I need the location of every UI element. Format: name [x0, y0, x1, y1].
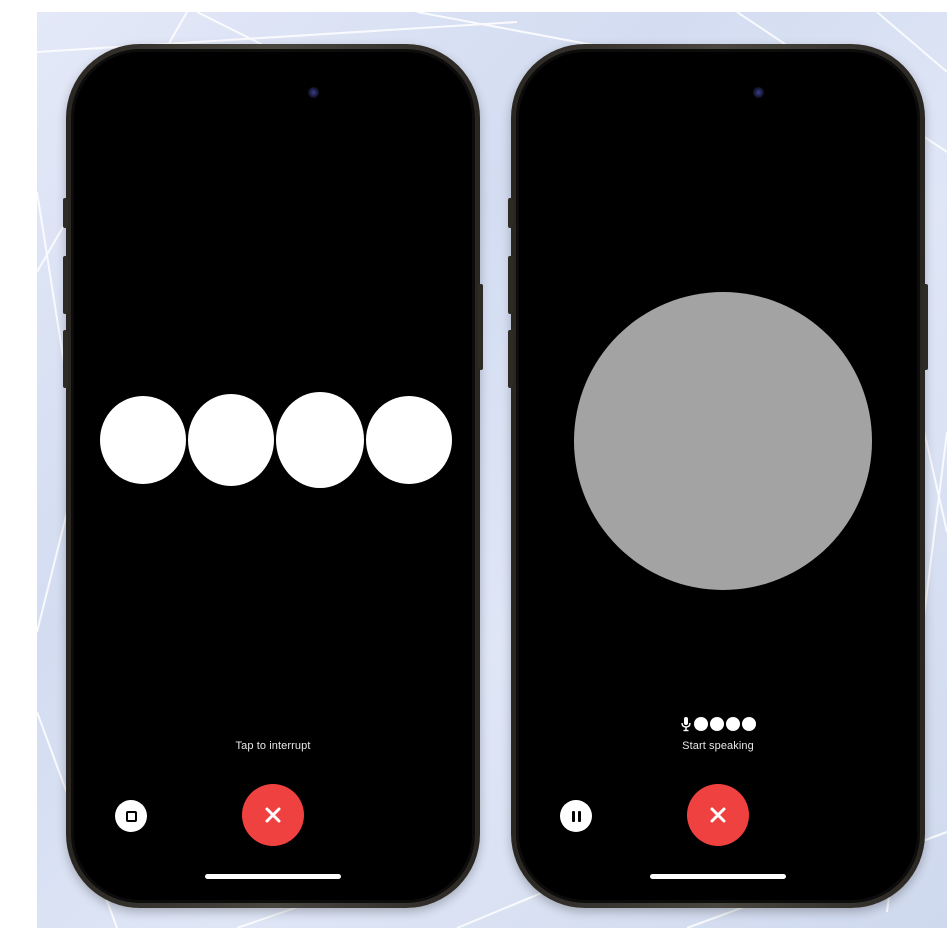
level-dot	[694, 717, 708, 731]
volume-up-button	[508, 256, 513, 314]
level-dot	[726, 717, 740, 731]
volume-down-button	[508, 330, 513, 388]
close-icon	[710, 807, 726, 823]
camera-icon	[308, 87, 319, 98]
status-caption[interactable]: Tap to interrupt	[74, 740, 472, 752]
level-dot	[710, 717, 724, 731]
listening-orb	[574, 292, 872, 590]
voice-mode-screen: Start speaking	[519, 52, 917, 900]
animation-dot	[188, 394, 274, 486]
side-button	[478, 284, 483, 370]
dynamic-island	[658, 76, 778, 110]
microphone-icon	[681, 717, 691, 732]
pause-button[interactable]	[560, 800, 592, 832]
action-button	[508, 198, 513, 228]
level-dot	[742, 717, 756, 731]
close-icon	[265, 807, 281, 823]
end-call-button[interactable]	[687, 784, 749, 846]
audio-level-indicator	[680, 716, 756, 732]
side-button	[923, 284, 928, 370]
status-caption: Start speaking	[682, 740, 754, 752]
pause-icon	[571, 810, 581, 822]
phone-responding: Tap to interrupt	[63, 44, 483, 908]
dynamic-island	[213, 76, 333, 110]
voice-mode-screen: Tap to interrupt	[74, 52, 472, 900]
phone-listening: Start speaking	[508, 44, 928, 908]
home-indicator[interactable]	[205, 874, 341, 879]
stop-button[interactable]	[115, 800, 147, 832]
stop-icon	[125, 810, 137, 822]
speaking-animation	[100, 392, 452, 488]
animation-dot	[366, 396, 452, 484]
volume-down-button	[63, 330, 68, 388]
animation-dot	[100, 396, 186, 484]
animation-dot	[276, 392, 364, 488]
end-call-button[interactable]	[242, 784, 304, 846]
volume-up-button	[63, 256, 68, 314]
action-button	[63, 198, 68, 228]
camera-icon	[753, 87, 764, 98]
home-indicator[interactable]	[650, 874, 786, 879]
